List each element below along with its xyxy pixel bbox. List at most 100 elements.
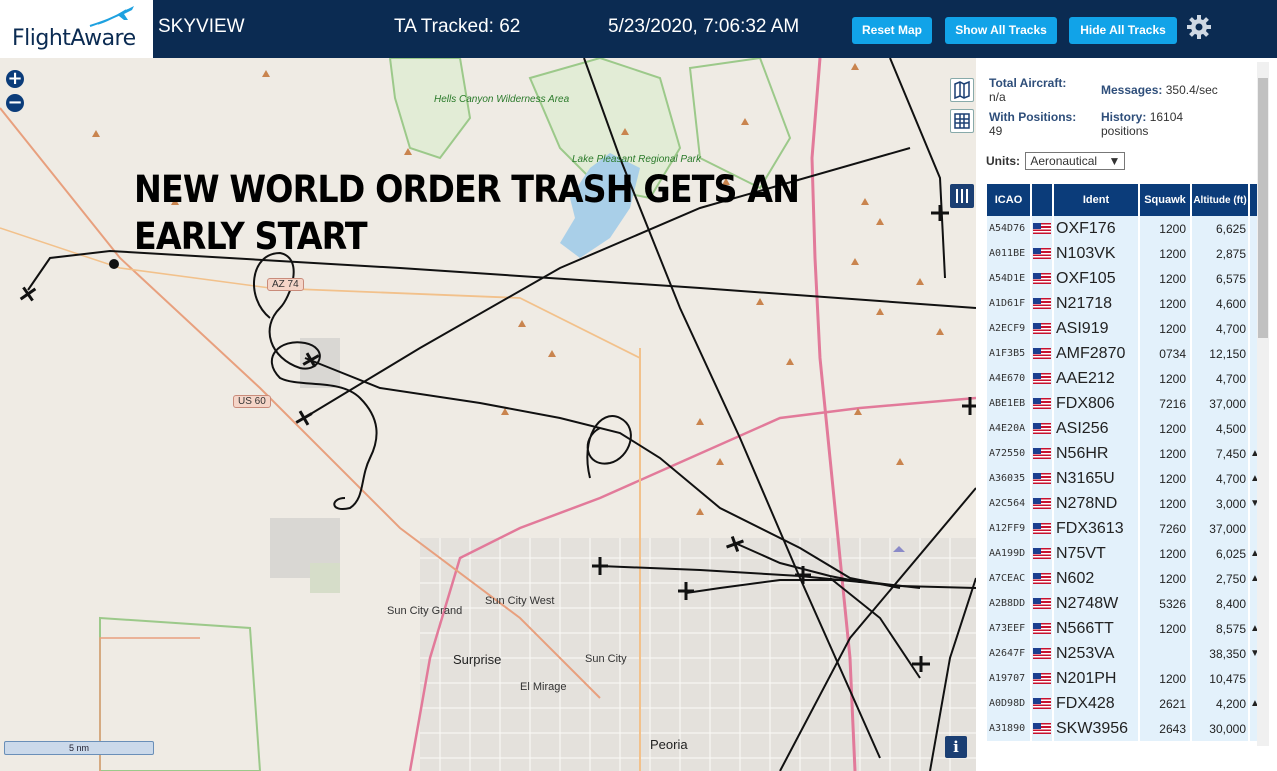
map-view[interactable]: + − NEW WORLD ORDER TRASH GETS AN EARLY … <box>0 58 976 771</box>
col-ident[interactable]: Ident <box>1053 184 1140 216</box>
logo-text: FlightAware <box>12 26 136 51</box>
ident-cell: ASI919 <box>1053 316 1140 341</box>
altitude-cell: 12,150 <box>1191 341 1250 366</box>
flag-icon <box>1033 272 1051 284</box>
table-row[interactable]: ABE1EB FDX806 7216 37,000 <box>987 391 1262 416</box>
flag-icon <box>1033 647 1051 659</box>
us-flag-icon <box>1031 541 1054 566</box>
icao-cell: AA199D <box>987 541 1032 566</box>
panel-scrollbar[interactable] <box>1257 62 1269 746</box>
table-row[interactable]: AA199D N75VT 1200 6,025 ▲ <box>987 541 1262 566</box>
table-row[interactable]: A011BE N103VK 1200 2,875 <box>987 241 1262 266</box>
units-select[interactable]: Aeronautical ▼ <box>1025 152 1126 170</box>
squawk-cell: 1200 <box>1139 541 1192 566</box>
table-row[interactable]: A1F3B5 AMF2870 0734 12,150 <box>987 341 1262 366</box>
squawk-cell: 1200 <box>1139 441 1192 466</box>
ident-cell: N75VT <box>1053 541 1140 566</box>
table-row[interactable]: A1D61F N21718 1200 4,600 <box>987 291 1262 316</box>
squawk-cell: 0734 <box>1139 341 1192 366</box>
icao-cell: A7CEAC <box>987 566 1032 591</box>
squawk-cell: 1200 <box>1139 266 1192 291</box>
table-row[interactable]: A2C564 N278ND 1200 3,000 ▼ <box>987 491 1262 516</box>
ident-cell: N103VK <box>1053 241 1140 266</box>
us-flag-icon <box>1031 241 1054 266</box>
flag-icon <box>1033 672 1051 684</box>
table-row[interactable]: A72550 N56HR 1200 7,450 ▲ <box>987 441 1262 466</box>
map-label-peoria: Peoria <box>650 737 688 752</box>
table-row[interactable]: A36035 N3165U 1200 4,700 ▲ <box>987 466 1262 491</box>
altitude-cell: 37,000 <box>1191 516 1250 541</box>
us-flag-icon <box>1031 441 1054 466</box>
table-row[interactable]: A19707 N201PH 1200 10,475 <box>987 666 1262 691</box>
flightaware-logo[interactable]: FlightAware <box>0 0 153 58</box>
zoom-in-button[interactable]: + <box>6 70 24 88</box>
col-altitude[interactable]: Altitude (ft) <box>1191 184 1250 216</box>
flag-icon <box>1033 547 1051 559</box>
map-layer-button[interactable] <box>950 78 974 102</box>
icao-cell: A0D98D <box>987 691 1032 716</box>
flag-icon <box>1033 522 1051 534</box>
col-squawk[interactable]: Squawk <box>1139 184 1192 216</box>
icao-cell: ABE1EB <box>987 391 1032 416</box>
column-toggle-button[interactable] <box>950 184 974 208</box>
squawk-cell: 1200 <box>1139 416 1192 441</box>
icao-cell: A4E670 <box>987 366 1032 391</box>
hide-all-tracks-button[interactable]: Hide All Tracks <box>1069 17 1177 44</box>
icao-cell: A54D76 <box>987 216 1032 241</box>
squawk-cell <box>1139 641 1192 666</box>
reset-map-button[interactable]: Reset Map <box>852 17 932 44</box>
altitude-cell: 8,400 <box>1191 591 1250 616</box>
altitude-cell: 2,750 <box>1191 566 1250 591</box>
table-row[interactable]: A2647F N253VA 38,350 ▼ <box>987 641 1262 666</box>
gear-icon[interactable] <box>1186 14 1212 40</box>
table-row[interactable]: A4E20A ASI256 1200 4,500 <box>987 416 1262 441</box>
table-row[interactable]: A2B8DD N2748W 5326 8,400 <box>987 591 1262 616</box>
us-flag-icon <box>1031 216 1054 241</box>
col-icao[interactable]: ICAO <box>987 184 1032 216</box>
aircraft-table-body: A54D76 OXF176 1200 6,625 A011BE N103VK 1200 2,8… <box>987 216 1262 741</box>
ident-cell: AMF2870 <box>1053 341 1140 366</box>
map-label-surprise: Surprise <box>453 652 502 667</box>
ident-cell: N21718 <box>1053 291 1140 316</box>
squawk-cell: 2643 <box>1139 716 1192 741</box>
table-row[interactable]: A54D76 OXF176 1200 6,625 <box>987 216 1262 241</box>
icao-cell: A36035 <box>987 466 1032 491</box>
table-row[interactable]: A7CEAC N602 1200 2,750 ▲ <box>987 566 1262 591</box>
us-flag-icon <box>1031 641 1054 666</box>
scrollbar-thumb[interactable] <box>1258 78 1268 338</box>
table-row[interactable]: A12FF9 FDX3613 7260 37,000 <box>987 516 1262 541</box>
altitude-cell: 10,475 <box>1191 666 1250 691</box>
ident-cell: N201PH <box>1053 666 1140 691</box>
table-row[interactable]: A0D98D FDX428 2621 4,200 ▲ <box>987 691 1262 716</box>
table-row[interactable]: A73EEF N566TT 1200 8,575 ▲ <box>987 616 1262 641</box>
table-row[interactable]: A2ECF9 ASI919 1200 4,700 <box>987 316 1262 341</box>
table-header-row: ICAO Ident Squawk Altitude (ft) <box>987 184 1262 216</box>
flag-icon <box>1033 222 1051 234</box>
info-button[interactable]: i <box>945 736 967 758</box>
grid-toggle-button[interactable] <box>950 109 974 133</box>
altitude-cell: 6,025 <box>1191 541 1250 566</box>
ident-cell: N2748W <box>1053 591 1140 616</box>
show-all-tracks-button[interactable]: Show All Tracks <box>945 17 1057 44</box>
columns-icon <box>956 189 968 203</box>
icao-cell: A72550 <box>987 441 1032 466</box>
flag-icon <box>1033 597 1051 609</box>
squawk-cell: 1200 <box>1139 316 1192 341</box>
squawk-cell: 7260 <box>1139 516 1192 541</box>
map-label-el-mirage: El Mirage <box>520 681 567 693</box>
app-title: SKYVIEW <box>158 16 245 37</box>
zoom-out-button[interactable]: − <box>6 94 24 112</box>
col-flag[interactable] <box>1031 184 1054 216</box>
table-row[interactable]: A54D1E OXF105 1200 6,575 <box>987 266 1262 291</box>
table-row[interactable]: A4E670 AAE212 1200 4,700 <box>987 366 1262 391</box>
skyview-app: FlightAware SKYVIEW TA Tracked: 62 5/23/… <box>0 0 1277 771</box>
squawk-cell: 1200 <box>1139 466 1192 491</box>
table-row[interactable]: A31890 SKW3956 2643 30,000 <box>987 716 1262 741</box>
ident-cell: FDX3613 <box>1053 516 1140 541</box>
icao-cell: A19707 <box>987 666 1032 691</box>
current-datetime: 5/23/2020, 7:06:32 AM <box>608 16 800 37</box>
us-flag-icon <box>1031 616 1054 641</box>
ident-cell: N602 <box>1053 566 1140 591</box>
total-aircraft-stat: Total Aircraft: n/a <box>989 76 1066 104</box>
altitude-cell: 37,000 <box>1191 391 1250 416</box>
